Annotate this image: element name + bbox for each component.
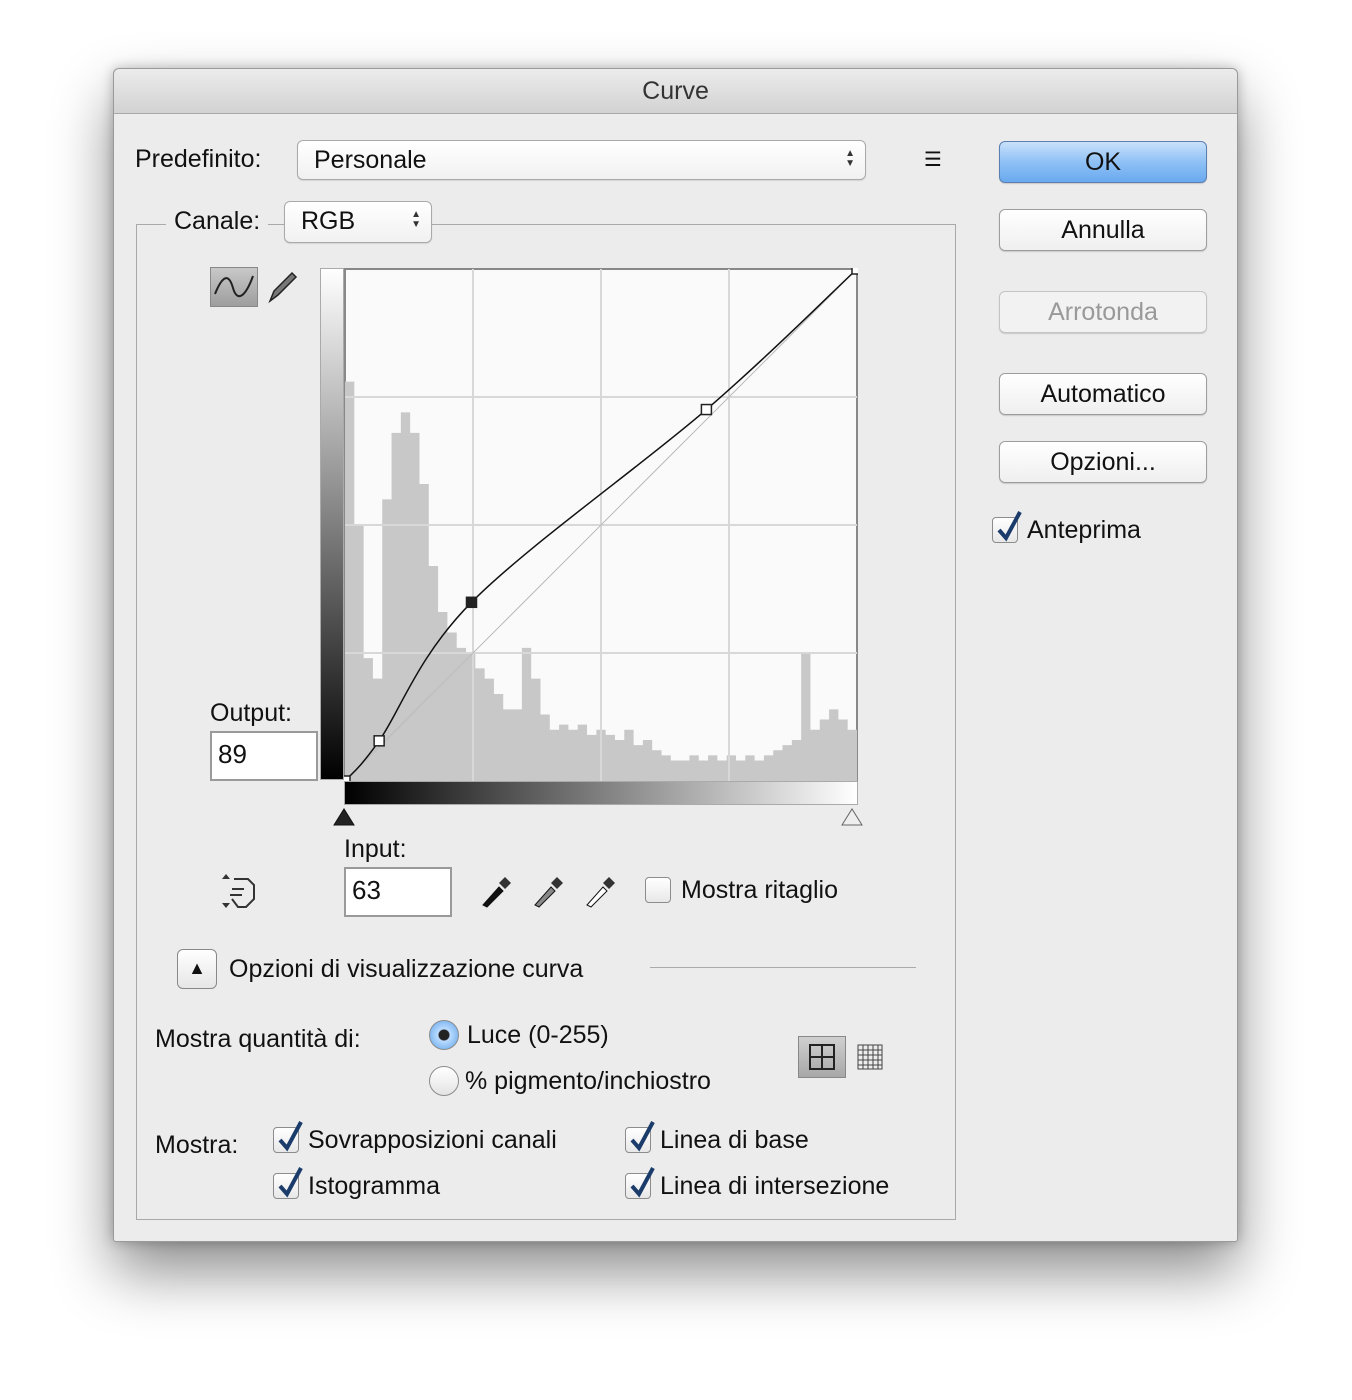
channel-select[interactable]: RGB ▲ ▼ (284, 201, 432, 243)
auto-button[interactable]: Automatico (999, 373, 1207, 415)
preview-checkbox[interactable] (992, 511, 1022, 543)
histogram-checkbox[interactable] (273, 1167, 303, 1199)
pencil-icon[interactable] (264, 269, 300, 305)
preset-select[interactable]: Personale ▲ ▼ (297, 140, 866, 180)
simple-grid-button[interactable] (798, 1036, 846, 1078)
light-radio-label: Luce (0-255) (467, 1021, 609, 1049)
checkmark-icon (278, 1121, 303, 1152)
channel-overlays-label: Sovrapposizioni canali (308, 1126, 557, 1154)
preset-menu-icon[interactable]: ☰ (924, 147, 942, 172)
updown-arrows-icon: ▲ ▼ (411, 209, 421, 230)
updown-arrows-icon: ▲ ▼ (845, 148, 855, 169)
show-label: Mostra: (155, 1131, 239, 1159)
preview-label: Anteprima (1027, 516, 1141, 544)
grid-10x10-icon[interactable] (856, 1043, 884, 1071)
grid-4x4-icon (809, 1044, 835, 1070)
white-point-slider[interactable] (840, 807, 864, 827)
show-amount-label: Mostra quantità di: (155, 1025, 361, 1053)
black-eyedropper-icon[interactable] (479, 875, 513, 909)
intersection-line-checkbox[interactable] (625, 1167, 655, 1199)
baseline-label: Linea di base (660, 1126, 809, 1154)
channel-value: RGB (301, 207, 356, 235)
light-radio[interactable] (429, 1020, 459, 1050)
curves-dialog: Curve Predefinito: Personale ▲ ▼ ☰ Canale… (113, 68, 1238, 1242)
curve-point[interactable] (373, 735, 385, 747)
ok-button[interactable]: OK (999, 141, 1207, 183)
cancel-button[interactable]: Annulla (999, 209, 1207, 251)
black-point-slider[interactable] (332, 807, 356, 827)
input-gradient-bar (344, 781, 858, 805)
preset-label: Predefinito: (135, 145, 262, 173)
pigment-radio-label: % pigmento/inchiostro (465, 1067, 711, 1095)
smooth-button[interactable]: Arrotonda (999, 291, 1207, 333)
white-eyedropper-icon[interactable] (583, 875, 617, 909)
curve-graph[interactable] (344, 268, 858, 782)
input-label: Input: (344, 835, 407, 863)
divider (650, 967, 916, 968)
channel-overlays-checkbox[interactable] (273, 1121, 303, 1153)
baseline-checkbox[interactable] (625, 1121, 655, 1153)
channel-label: Canale: (166, 207, 269, 236)
collapse-display-options-button[interactable]: ▲ (177, 949, 217, 989)
show-clipping-label: Mostra ritaglio (681, 876, 838, 904)
display-options-title: Opzioni di visualizzazione curva (229, 955, 584, 983)
curve-point[interactable] (700, 403, 713, 416)
curve-point[interactable] (851, 268, 858, 275)
pigment-radio[interactable] (429, 1066, 459, 1096)
output-gradient-bar (320, 268, 344, 780)
on-image-adjust-hand-icon[interactable] (218, 873, 258, 909)
checkmark-icon (630, 1121, 655, 1152)
input-field[interactable]: 63 (344, 867, 452, 917)
checkmark-icon (278, 1167, 303, 1198)
show-clipping-checkbox[interactable] (645, 877, 671, 903)
output-field[interactable]: 89 (210, 731, 318, 781)
title-bar: Curve (114, 69, 1237, 114)
checkmark-icon (630, 1167, 655, 1198)
gray-eyedropper-icon[interactable] (531, 875, 565, 909)
intersection-line-label: Linea di intersezione (660, 1172, 890, 1200)
options-button[interactable]: Opzioni... (999, 441, 1207, 483)
selected-curve-point[interactable] (465, 596, 478, 609)
output-label: Output: (210, 699, 292, 727)
checkmark-icon (997, 511, 1022, 542)
curve-icon (214, 275, 254, 298)
histogram-label: Istogramma (308, 1172, 440, 1200)
curve-point-tool[interactable] (210, 267, 258, 307)
preset-value: Personale (314, 146, 427, 174)
